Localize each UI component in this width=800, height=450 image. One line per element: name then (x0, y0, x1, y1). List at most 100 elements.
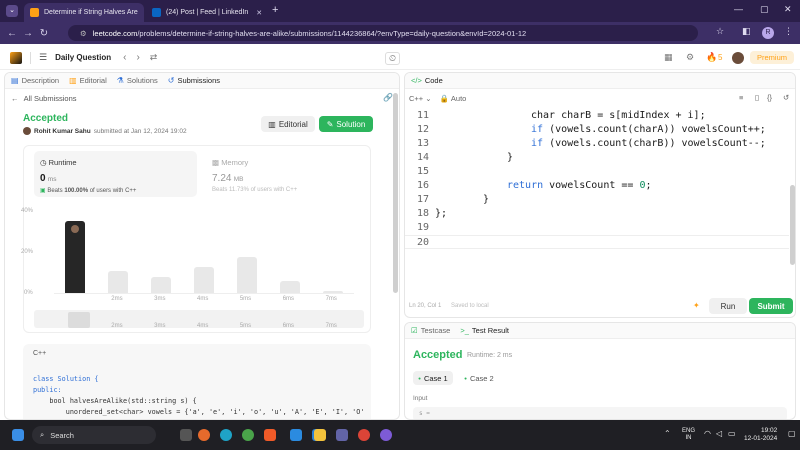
left-panel: ▤ Description ▥ Editorial ⚗ Solutions ↺ Subm… (4, 72, 400, 420)
tab-test-result[interactable]: >_ Test Result (460, 326, 509, 335)
chart-bar-7ms[interactable] (322, 291, 343, 293)
link-icon[interactable]: 🔗 (383, 93, 393, 102)
vscode-icon[interactable] (290, 429, 302, 441)
case-1-tab[interactable]: • Case 1 (413, 371, 453, 385)
checkbox-icon: ☑ (411, 326, 418, 335)
tab-editorial[interactable]: ▥ Editorial (69, 76, 107, 85)
timer-icon[interactable]: ⏲ (385, 52, 401, 65)
windows-start-icon[interactable] (12, 429, 24, 441)
url-host: leetcode.com (92, 28, 138, 38)
bookmark-icon[interactable]: ▯ (755, 93, 759, 102)
sidebar-icon[interactable]: ◧ (742, 26, 751, 37)
close-window-icon[interactable]: ✕ (784, 4, 792, 15)
battery-icon[interactable]: ▭ (728, 429, 736, 438)
tab-submissions[interactable]: ↺ Submissions (168, 76, 220, 85)
browser-active-icon[interactable] (380, 429, 392, 441)
submit-button[interactable]: Submit (749, 298, 793, 314)
code-editor[interactable]: 11 char charB = s[midIndex + i]; 12 if (vow… (405, 109, 789, 259)
user-avatar[interactable] (732, 52, 744, 64)
all-submissions-label: All Submissions (23, 94, 77, 103)
layout-icon[interactable]: ▦ (664, 52, 673, 63)
tab-menu-icon[interactable]: ⌄ (6, 5, 18, 17)
teams-icon[interactable] (336, 429, 348, 441)
back-icon[interactable]: ← (4, 28, 20, 39)
line-code: char charB = s[midIndex + i]; (435, 109, 706, 123)
profile-avatar[interactable]: R (762, 27, 774, 39)
language-indicator[interactable]: ENG IN (682, 428, 695, 442)
memory-beats: Beats 11.73% of users with C++ (212, 187, 298, 193)
edge-icon[interactable] (220, 429, 232, 441)
premium-button[interactable]: Premium (750, 51, 795, 64)
editor-title: Code (424, 76, 443, 85)
site-info-icon[interactable]: ⚙ (80, 29, 87, 38)
language-select[interactable]: C++ ⌄ (409, 94, 432, 103)
url-field[interactable]: ⚙ leetcode.com/problems/determine-if-str… (68, 25, 698, 41)
chrome-icon[interactable] (242, 429, 254, 441)
close-tab-icon[interactable]: ✕ (248, 9, 262, 17)
reset-icon[interactable]: ↺ (783, 93, 789, 102)
tab-title: (24) Post | Feed | LinkedIn (166, 9, 249, 16)
volume-icon[interactable]: ◁ (716, 429, 722, 438)
wifi-icon[interactable]: ◠ (704, 429, 711, 438)
chart-bar-6ms[interactable] (279, 281, 300, 293)
runtime-box[interactable]: ◷ Runtime 0 ms ▣ Beats 100.00% of users … (34, 151, 197, 197)
debug-icon[interactable]: ✦ (693, 301, 700, 310)
chart-bar-2ms[interactable] (108, 271, 129, 293)
taskbar-search[interactable]: ⌕ Search (32, 426, 156, 444)
author-name[interactable]: Rohit Kumar Sahu (34, 128, 91, 135)
settings-gear-icon[interactable]: ⚙ (686, 52, 694, 63)
pass-dot-icon: • (464, 373, 467, 383)
tab-testcase[interactable]: ☑ Testcase (411, 326, 450, 335)
tab-linkedin[interactable]: (24) Post | Feed | LinkedIn ✕ (146, 3, 266, 22)
prev-problem-icon[interactable]: ‹ (123, 52, 126, 63)
line-number: 11 (416, 110, 429, 121)
code-lang: C++ (33, 350, 47, 357)
clock[interactable]: 19:02 12-01-2024 (744, 427, 777, 443)
editorial-button[interactable]: ▥ Editorial (261, 116, 315, 132)
reload-icon[interactable]: ↻ (36, 28, 52, 39)
memory-box[interactable]: ▩ Memory 7.24 MB Beats 11.73% of users w… (206, 151, 362, 197)
tab-leetcode[interactable]: Determine if String Halves Are ✕ (24, 3, 144, 22)
close-tab-icon[interactable]: ✕ (138, 9, 144, 17)
next-problem-icon[interactable]: › (136, 52, 139, 63)
case-2-tab[interactable]: • Case 2 (459, 371, 499, 385)
bookmark-star-icon[interactable]: ☆ (716, 26, 724, 37)
format-icon[interactable]: ≡ (739, 93, 743, 102)
run-button[interactable]: Run (709, 298, 747, 314)
minimap-selection[interactable] (68, 312, 90, 328)
left-scrollbar[interactable] (393, 93, 398, 293)
tab-description[interactable]: ▤ Description (11, 76, 59, 85)
minimize-icon[interactable]: — (734, 4, 743, 14)
brave-icon[interactable] (264, 429, 276, 441)
task-view-icon[interactable] (180, 429, 192, 441)
chrome-app-icon[interactable] (358, 429, 370, 441)
clock-date: 12-01-2024 (744, 435, 778, 442)
daily-question-label[interactable]: Daily Question (55, 53, 111, 62)
pass-dot-icon: • (418, 373, 421, 383)
chart-bar-3ms[interactable] (151, 277, 172, 293)
streak-fire-icon[interactable]: 🔥 (706, 52, 717, 63)
tab-solutions[interactable]: ⚗ Solutions (117, 76, 158, 85)
chart-bar-4ms[interactable] (194, 267, 214, 293)
firefox-icon[interactable] (198, 429, 210, 441)
notification-icon[interactable]: ▢ (788, 429, 796, 438)
editor-scrollbar[interactable] (790, 185, 795, 265)
leetcode-logo-icon[interactable] (10, 51, 22, 64)
random-problem-icon[interactable]: ⇄ (150, 52, 158, 63)
all-submissions-link[interactable]: ← All Submissions (11, 94, 77, 103)
file-explorer-icon[interactable] (314, 429, 326, 441)
problem-list-icon[interactable]: ☰ (39, 52, 47, 63)
forward-icon[interactable]: → (20, 28, 36, 39)
lang-code: ENG (682, 428, 696, 434)
chart-bar-5ms[interactable] (236, 257, 257, 293)
line-code: }; (435, 207, 447, 221)
tray-chevron-icon[interactable]: ⌃ (664, 429, 671, 438)
line-code: if (vowels.count(charB)) vowelsCount--; (435, 137, 766, 151)
more-menu-icon[interactable]: ⋮ (784, 26, 793, 37)
chart-bar-0ms[interactable] (65, 221, 86, 293)
new-tab-icon[interactable]: + (272, 4, 278, 16)
braces-icon[interactable]: {} (767, 93, 772, 102)
beats-label: Beats (47, 188, 63, 194)
solution-button[interactable]: ✎ Solution (319, 116, 373, 132)
maximize-icon[interactable]: ▢ (760, 4, 769, 15)
